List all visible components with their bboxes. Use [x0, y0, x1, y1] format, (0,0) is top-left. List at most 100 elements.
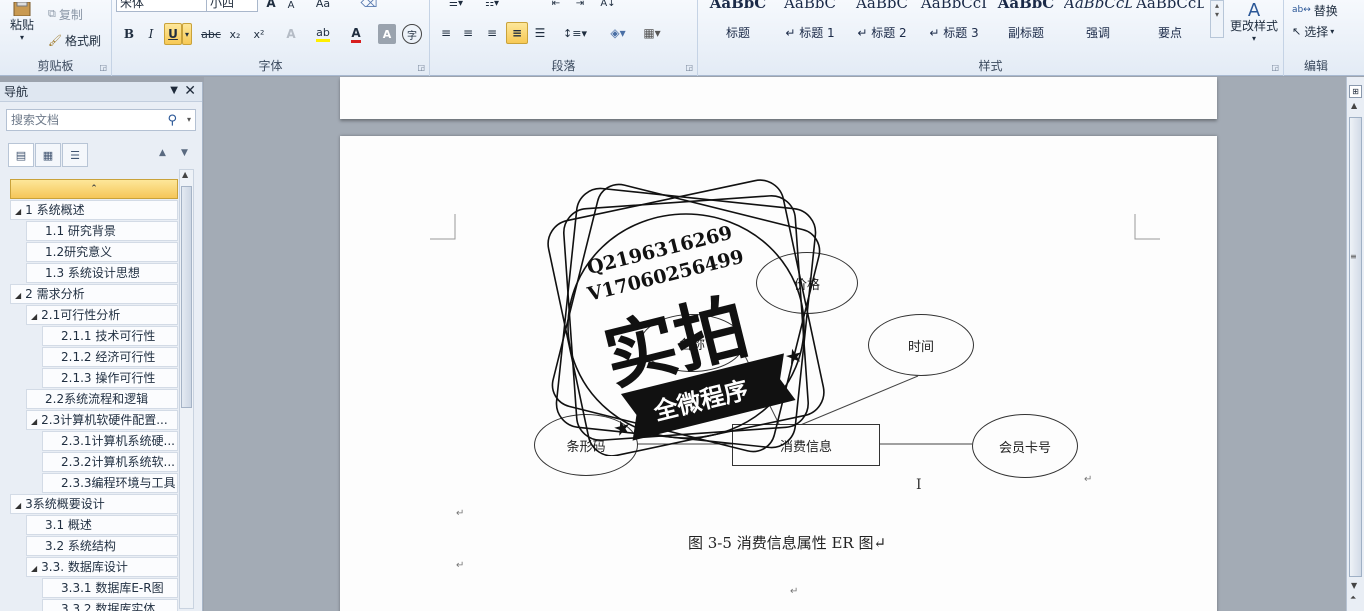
shrink-font-button[interactable]: A	[284, 0, 298, 12]
nav-heading-item[interactable]: 1.1 研究背景	[26, 221, 178, 241]
styles-launcher-icon[interactable]: ◲	[1271, 63, 1279, 72]
collapse-all-icon[interactable]: ⌃	[10, 179, 178, 199]
style-item[interactable]: AaBbC 标题	[704, 0, 772, 40]
nav-scroll-thumb[interactable]	[181, 186, 192, 408]
paragraph-launcher-icon[interactable]: ◲	[685, 63, 693, 72]
nav-heading-item[interactable]: 2.3.1计算机系统硬...	[42, 431, 178, 451]
nav-heading-label: 2 需求分析	[25, 287, 85, 301]
previous-page-icon[interactable]: ⏶	[1350, 593, 1356, 603]
distribute-icon[interactable]: ☰	[530, 23, 550, 43]
borders-icon[interactable]: ▦▾	[638, 23, 666, 43]
expand-triangle-icon[interactable]: ◢	[15, 501, 21, 510]
font-color-icon[interactable]: A	[346, 24, 366, 44]
font-size-box[interactable]: 小四	[206, 0, 258, 12]
style-item[interactable]: AaBbCcD 要点	[1136, 0, 1204, 40]
enclose-character-icon[interactable]: 字	[402, 24, 422, 44]
change-case-button[interactable]: Aa	[312, 0, 334, 10]
nav-heading-item[interactable]: 1.3 系统设计思想	[26, 263, 178, 283]
nav-scroll-up-icon[interactable]: ▲	[182, 170, 188, 179]
underline-button[interactable]: U	[164, 23, 182, 45]
sort-icon[interactable]: A↓	[598, 0, 618, 10]
grow-font-button[interactable]: A	[264, 0, 278, 10]
navigation-scrollbar[interactable]: ▲	[179, 169, 194, 609]
expand-triangle-icon[interactable]: ◢	[15, 291, 21, 300]
nav-heading-item[interactable]: 3.1 概述	[26, 515, 178, 535]
tab-headings[interactable]: ▤	[8, 143, 34, 167]
er-attribute-member-card[interactable]: 会员卡号	[972, 414, 1078, 478]
numbering-icon[interactable]: ☷▾	[474, 0, 510, 10]
expand-triangle-icon[interactable]: ◢	[31, 312, 37, 321]
underline-dropdown-icon[interactable]: ▾	[182, 23, 192, 45]
font-name-box[interactable]: 宋体	[116, 0, 208, 12]
nav-heading-item[interactable]: 2.1.1 技术可行性	[42, 326, 178, 346]
copy-button[interactable]: ⧉ 复制	[48, 6, 83, 22]
increase-indent-icon[interactable]: ⇥	[570, 0, 590, 10]
document-page[interactable]: 价格 时间 名称 条形码 消费信息 会员卡号 ↵ ↵ ↵ ↵ 图 3-5 消费信…	[340, 136, 1217, 611]
nav-heading-item[interactable]: 1.2研究意义	[26, 242, 178, 262]
styles-gallery-scroll[interactable]: ▴ ▾	[1210, 0, 1224, 38]
nav-heading-item[interactable]: 2.2系统流程和逻辑	[26, 389, 178, 409]
bold-button[interactable]: B	[120, 24, 138, 44]
paste-button[interactable]: 粘贴 ▾	[4, 0, 40, 46]
nav-heading-item[interactable]: ◢ 2.3计算机软硬件配置...	[26, 410, 178, 430]
decrease-indent-icon[interactable]: ⇤	[546, 0, 566, 10]
search-dropdown-icon[interactable]: ▾	[187, 110, 191, 130]
text-effects-icon[interactable]: A	[280, 24, 302, 44]
change-styles-button[interactable]: A 更改样式 ▾	[1226, 0, 1282, 48]
expand-triangle-icon[interactable]: ◢	[31, 417, 37, 426]
search-icon[interactable]: ⚲	[167, 111, 177, 131]
justify-icon[interactable]: ≡	[506, 22, 528, 44]
scroll-thumb[interactable]	[1349, 117, 1362, 577]
nav-heading-item[interactable]: 2.3.3编程环境与工具	[42, 473, 178, 493]
replace-button[interactable]: ab↔ 替换	[1292, 2, 1338, 18]
nav-heading-item[interactable]: ◢ 2 需求分析	[10, 284, 178, 304]
ruler-toggle-icon[interactable]: ⊞	[1349, 85, 1362, 98]
nav-heading-item[interactable]: ◢ 2.1可行性分析	[26, 305, 178, 325]
nav-heading-item[interactable]: 2.3.2计算机系统软...	[42, 452, 178, 472]
clipboard-launcher-icon[interactable]: ◲	[99, 63, 107, 72]
align-center-icon[interactable]: ≡	[458, 23, 478, 43]
character-shading-icon[interactable]: A	[378, 24, 396, 44]
document-scrollbar[interactable]: ⊞ ▲ ≡ ▼ ⏶	[1346, 77, 1364, 611]
nav-heading-item[interactable]: 2.1.3 操作可行性	[42, 368, 178, 388]
strikethrough-button[interactable]: abc	[200, 24, 222, 44]
subscript-button[interactable]: x₂	[224, 24, 246, 44]
align-right-icon[interactable]: ≡	[482, 23, 502, 43]
er-attribute-time[interactable]: 时间	[868, 314, 974, 376]
shading-icon[interactable]: ◈▾	[604, 23, 632, 43]
style-item[interactable]: AaBbC 副标题	[992, 0, 1060, 40]
nav-heading-item[interactable]: ◢ 1 系统概述	[10, 200, 178, 220]
select-button[interactable]: ↖ 选择 ▾	[1292, 22, 1334, 40]
highlight-icon[interactable]: ab	[310, 24, 336, 44]
superscript-button[interactable]: x²	[248, 24, 270, 44]
nav-heading-item[interactable]: ◢ 3.3. 数据库设计	[26, 557, 178, 577]
scroll-up-icon[interactable]: ▲	[1351, 101, 1357, 110]
tab-pages[interactable]: ▦	[35, 143, 61, 167]
scroll-down-icon[interactable]: ▼	[1351, 581, 1357, 590]
style-item[interactable]: AaBbCcI ↵ 标题 3	[920, 0, 988, 40]
previous-heading-icon[interactable]: ▲	[159, 148, 166, 158]
nav-heading-item[interactable]: ◢ 3系统概要设计	[10, 494, 178, 514]
nav-heading-item[interactable]: 3.2 系统结构	[26, 536, 178, 556]
style-item[interactable]: AaBbCcDt 强调	[1064, 0, 1132, 40]
nav-heading-item[interactable]: 2.1.2 经济可行性	[42, 347, 178, 367]
nav-heading-item[interactable]: 3.3.1 数据库E-R图	[42, 578, 178, 598]
format-painter-button[interactable]: 🖌 格式刷	[48, 32, 101, 48]
navigation-options-icon[interactable]: ▼	[170, 85, 178, 96]
bullets-icon[interactable]: ☰▾	[438, 0, 474, 10]
paste-dropdown-icon[interactable]: ▾	[20, 33, 24, 42]
navigation-close-icon[interactable]: ✕	[184, 83, 196, 99]
expand-triangle-icon[interactable]: ◢	[15, 207, 21, 216]
font-launcher-icon[interactable]: ◲	[417, 63, 425, 72]
expand-triangle-icon[interactable]: ◢	[31, 564, 37, 573]
italic-button[interactable]: I	[142, 24, 160, 44]
navigation-search-input[interactable]: 搜索文档 ⚲ ▾	[6, 109, 196, 131]
align-left-icon[interactable]: ≡	[436, 23, 456, 43]
nav-heading-item[interactable]: 3.3.2 数据库实体...	[42, 599, 178, 611]
next-heading-icon[interactable]: ▼	[181, 148, 188, 158]
line-spacing-icon[interactable]: ↕≡▾	[562, 23, 588, 43]
style-item[interactable]: AaBbC ↵ 标题 1	[776, 0, 844, 40]
clear-format-icon[interactable]: ⌫	[361, 0, 378, 10]
style-item[interactable]: AaBbC ↵ 标题 2	[848, 0, 916, 40]
tab-results[interactable]: ☰	[62, 143, 88, 167]
